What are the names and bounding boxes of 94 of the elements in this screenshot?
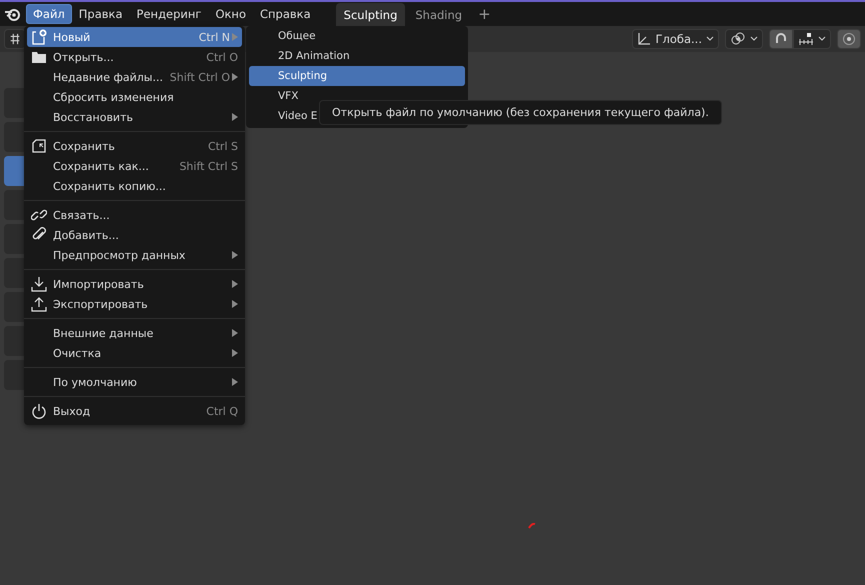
increment-snap-icon [798, 33, 814, 45]
chevron-down-icon [706, 36, 714, 42]
orientation-dropdown[interactable]: Глоба... [632, 29, 719, 49]
menu-item[interactable]: Общее [249, 26, 465, 46]
menu-item-label: Сбросить изменения [53, 90, 175, 104]
submenu-arrow-icon [232, 251, 238, 259]
menu-item[interactable]: Недавние файлы... Shift Ctrl O [27, 67, 242, 87]
snap-target-dropdown[interactable] [793, 29, 831, 49]
submenu-arrow-icon [232, 280, 238, 288]
submenu-arrow-icon [232, 329, 238, 337]
menu-item[interactable]: Предпросмотр данных [27, 245, 242, 265]
menu-item[interactable]: Выход Ctrl Q [27, 401, 242, 421]
tool-button[interactable] [4, 224, 24, 254]
menu-item-label: Открыть... [53, 50, 115, 64]
tool-button[interactable] [4, 190, 24, 220]
menu-item[interactable]: Рендеринг [130, 4, 208, 24]
menu-item[interactable]: Правка [72, 4, 130, 24]
shortcut-label: Ctrl N [198, 30, 230, 44]
menu-item[interactable]: Сбросить изменения [27, 87, 242, 107]
menu-item-label: Очистка [53, 346, 102, 360]
submenu-arrow-icon [232, 300, 238, 308]
menu-item[interactable]: Окно [208, 4, 253, 24]
editor-type-button[interactable] [4, 29, 26, 49]
magnet-icon [774, 32, 788, 46]
menu-item[interactable]: Очистка [27, 343, 242, 363]
save-icon [31, 138, 47, 154]
menu-item-label: Выход [53, 404, 92, 418]
submenu-arrow-icon [232, 73, 238, 81]
menu-item[interactable]: Добавить... [27, 225, 242, 245]
new-file-icon [31, 29, 47, 45]
menu-item-label: Сохранить как... [53, 160, 150, 172]
menu-item[interactable]: Новый Ctrl N [27, 27, 242, 47]
menu-item[interactable]: Восстановить [27, 107, 242, 127]
menu-item-label: Внешние данные [53, 326, 154, 340]
menu-item[interactable]: 2D Animation [249, 46, 465, 66]
menu-item[interactable]: Сохранить Ctrl S [27, 136, 242, 156]
menu-item[interactable]: Внешние данные [27, 323, 242, 343]
submenu-arrow-icon [232, 349, 238, 357]
tool-button[interactable] [4, 292, 24, 322]
menu-item[interactable]: Экспортировать [27, 294, 242, 314]
shortcut-label: Ctrl O [206, 50, 238, 64]
menu-item[interactable]: Сохранить как... Shift Ctrl S [27, 156, 242, 176]
tooltip: Открыть файл по умолчанию (без сохранения текущего файла). [319, 100, 722, 125]
tool-button[interactable] [4, 88, 24, 118]
link-icon [31, 207, 47, 223]
menu-item[interactable]: Импортировать [27, 274, 242, 294]
axes-icon [637, 32, 652, 46]
menu-item-label: Связать... [53, 208, 111, 222]
submenu-arrow-icon [232, 113, 238, 121]
workspace-tab[interactable]: Shading [407, 2, 470, 26]
chevron-down-icon [818, 36, 826, 42]
shortcut-label: Shift Ctrl S [179, 160, 238, 172]
menu-item[interactable]: По умолчанию [27, 372, 242, 392]
menu-item[interactable]: Файл [26, 4, 72, 24]
3d-cursor-icon [528, 523, 536, 529]
chevron-down-icon [750, 36, 758, 42]
menu-item-label: Импортировать [53, 278, 145, 290]
menu-item[interactable]: Связать... [27, 205, 242, 225]
tool-button[interactable] [4, 122, 24, 152]
menu-item-label: Предпросмотр данных [53, 248, 186, 262]
menu-item-label: Новый [53, 30, 92, 44]
pivot-icon [730, 32, 746, 46]
pivot-dropdown[interactable] [725, 29, 763, 49]
snap-toggle[interactable] [769, 29, 793, 49]
tool-button[interactable] [4, 326, 24, 356]
menu-item[interactable]: Сохранить копию... [27, 176, 242, 196]
menu-item[interactable]: Справка [253, 4, 318, 24]
shortcut-label: Ctrl S [208, 140, 238, 152]
shortcut-label: Ctrl Q [206, 404, 238, 418]
export-icon [31, 296, 47, 312]
menu-item[interactable]: Открыть... Ctrl O [27, 47, 242, 67]
proportional-editing-icon [842, 32, 856, 46]
power-icon [31, 403, 47, 419]
blender-logo-icon[interactable] [4, 7, 22, 21]
menu-item-label: Сохранить копию... [53, 180, 167, 192]
menu-item[interactable]: Sculpting [249, 66, 465, 86]
menu-item-label: Добавить... [53, 228, 120, 242]
tool-button[interactable] [4, 258, 24, 288]
add-tab-button[interactable]: + [472, 5, 497, 23]
submenu-arrow-icon [232, 378, 238, 386]
grid-icon [9, 32, 21, 46]
folder-icon [31, 50, 47, 64]
tool-button[interactable] [4, 360, 24, 390]
menu-item-label: Экспортировать [53, 298, 149, 310]
proportional-editing-toggle[interactable] [837, 29, 861, 49]
import-icon [31, 276, 47, 292]
menu-item-label: Недавние файлы... [53, 70, 164, 84]
tool-button[interactable] [4, 156, 24, 186]
shortcut-label: Shift Ctrl O [170, 70, 230, 84]
menu-item-label: Восстановить [53, 110, 134, 124]
submenu-arrow-icon [232, 33, 238, 41]
workspace-tab[interactable]: Sculpting [336, 2, 406, 26]
menu-item-label: Сохранить [53, 140, 116, 152]
menu-item-label: По умолчанию [53, 376, 138, 388]
